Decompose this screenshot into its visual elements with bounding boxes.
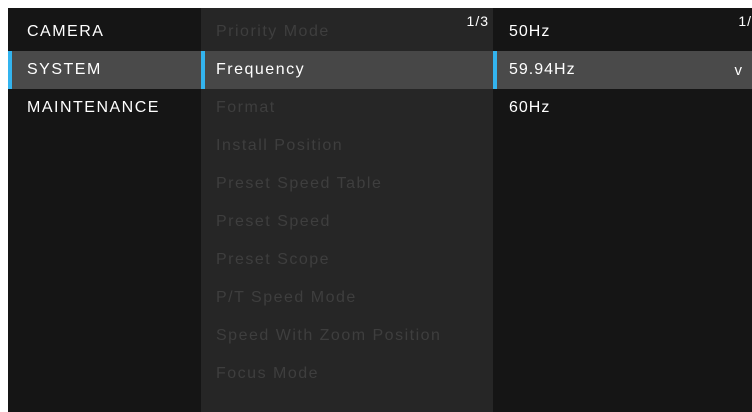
setting-label: Format: [216, 99, 276, 116]
setting-preset-scope[interactable]: Preset Scope: [201, 241, 493, 279]
menu-item-system[interactable]: SYSTEM: [8, 51, 201, 89]
setting-preset-speed-table[interactable]: Preset Speed Table: [201, 165, 493, 203]
selection-accent: [8, 51, 12, 89]
option-label: 50Hz: [509, 23, 551, 40]
chevron-down-icon: v: [734, 61, 743, 79]
setting-speed-with-zoom-position[interactable]: Speed With Zoom Position: [201, 317, 493, 355]
menu-item-maintenance[interactable]: MAINTENANCE: [8, 89, 201, 127]
setting-label: Install Position: [216, 137, 344, 154]
option-label: 59.94Hz: [509, 61, 576, 78]
selection-accent: [493, 51, 497, 89]
setting-install-position[interactable]: Install Position: [201, 127, 493, 165]
osd-menu-screen: CAMERA SYSTEM MAINTENANCE 1/3 Priority M…: [8, 8, 752, 412]
option-label: 60Hz: [509, 99, 551, 116]
setting-format[interactable]: Format: [201, 89, 493, 127]
setting-label: Preset Speed: [216, 213, 331, 230]
setting-preset-speed[interactable]: Preset Speed: [201, 203, 493, 241]
system-settings-menu: 1/3 Priority Mode Frequency Format Insta…: [201, 8, 493, 412]
setting-label: Preset Speed Table: [216, 175, 383, 192]
menu-item-label: CAMERA: [27, 23, 105, 40]
setting-focus-mode[interactable]: Focus Mode: [201, 355, 493, 393]
option-60hz[interactable]: 60Hz: [493, 89, 752, 127]
frequency-options: 1/ 50Hz 59.94Hz v 60Hz: [493, 8, 752, 412]
setting-label: Priority Mode: [216, 23, 330, 40]
option-59-94hz[interactable]: 59.94Hz v: [493, 51, 752, 89]
menu-item-label: SYSTEM: [27, 61, 102, 78]
setting-frequency[interactable]: Frequency: [201, 51, 493, 89]
setting-label: Preset Scope: [216, 251, 331, 268]
category-menu: CAMERA SYSTEM MAINTENANCE: [8, 8, 201, 412]
option-50hz[interactable]: 50Hz: [493, 13, 752, 51]
setting-label: Speed With Zoom Position: [216, 327, 442, 344]
selection-accent: [201, 51, 205, 89]
setting-label: P/T Speed Mode: [216, 289, 357, 306]
menu-item-camera[interactable]: CAMERA: [8, 13, 201, 51]
setting-label: Frequency: [216, 61, 306, 78]
setting-priority-mode[interactable]: Priority Mode: [201, 13, 493, 51]
setting-label: Focus Mode: [216, 365, 320, 382]
menu-item-label: MAINTENANCE: [27, 99, 160, 116]
setting-pt-speed-mode[interactable]: P/T Speed Mode: [201, 279, 493, 317]
